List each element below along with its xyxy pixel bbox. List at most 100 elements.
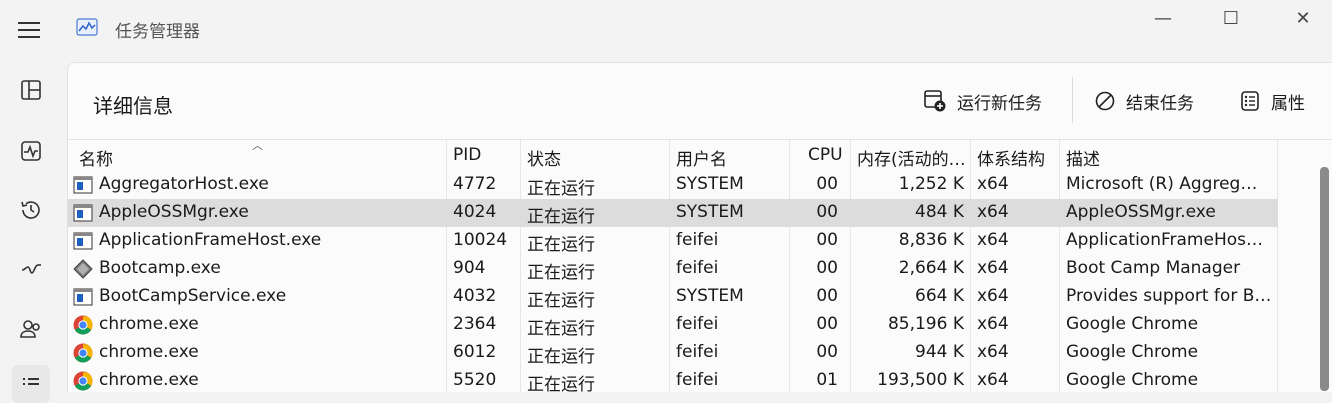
cell-memory: 484 K	[915, 202, 964, 222]
cell-name: Bootcamp.exe	[99, 258, 221, 278]
cell-pid: 4032	[453, 286, 497, 306]
properties-label: 属性	[1271, 93, 1305, 114]
column-header-pid[interactable]: PID	[453, 145, 481, 165]
minimize-button[interactable]: —	[1148, 6, 1178, 30]
cell-pid: 10024	[453, 230, 508, 250]
cell-cpu: 00	[816, 202, 838, 222]
cell-arch: x64	[977, 258, 1009, 278]
cell-arch: x64	[977, 230, 1009, 250]
hamburger-menu-icon[interactable]	[18, 22, 42, 40]
cell-cpu: 00	[816, 230, 838, 250]
cell-arch: x64	[977, 314, 1009, 334]
chrome-icon	[73, 315, 93, 335]
cell-user: SYSTEM	[676, 286, 744, 306]
cell-name: AggregatorHost.exe	[99, 174, 269, 194]
cell-memory: 193,500 K	[877, 370, 964, 390]
cell-memory: 664 K	[915, 286, 964, 306]
properties-button[interactable]: 属性	[1239, 85, 1305, 117]
chrome-icon	[73, 343, 93, 363]
run-new-task-icon	[924, 90, 946, 112]
startup-icon	[21, 264, 41, 274]
cell-arch: x64	[977, 342, 1009, 362]
cell-cpu: 00	[816, 286, 838, 306]
cell-user: SYSTEM	[676, 202, 744, 222]
cell-cpu: 00	[816, 342, 838, 362]
cell-cpu: 00	[816, 258, 838, 278]
table-row[interactable]: chrome.exe 6012 正在运行 feifei 00 944 K x64 Google…	[68, 339, 1278, 367]
cell-memory: 1,252 K	[898, 174, 964, 194]
cell-desc: ApplicationFrameHos…	[1066, 230, 1263, 250]
cell-status: 正在运行	[527, 179, 595, 199]
cell-memory: 2,664 K	[898, 258, 964, 278]
nav-item-startup[interactable]	[12, 250, 50, 288]
end-task-label: 结束任务	[1126, 93, 1194, 114]
nav-item-performance[interactable]	[12, 132, 50, 170]
column-header-memory[interactable]: 内存(活动的…	[857, 145, 966, 170]
window-title: 任务管理器	[115, 22, 200, 42]
table-row[interactable]: chrome.exe 2364 正在运行 feifei 00 85,196 K x64 Goo…	[68, 311, 1278, 339]
column-header-desc[interactable]: 描述	[1066, 145, 1100, 170]
cell-status: 正在运行	[527, 207, 595, 227]
table-row[interactable]: Bootcamp.exe 904 正在运行 feifei 00 2,664 K x64 Boo…	[68, 255, 1278, 283]
table-row[interactable]: AggregatorHost.exe 4772 正在运行 SYSTEM 00 1,252 …	[68, 171, 1278, 199]
pulse-icon	[21, 141, 41, 161]
cell-user: feifei	[676, 258, 719, 278]
cell-status: 正在运行	[527, 235, 595, 255]
app-window-icon	[73, 175, 93, 195]
cell-name: BootCampService.exe	[99, 286, 287, 306]
nav-item-app-history[interactable]	[12, 191, 50, 229]
column-header-status[interactable]: 状态	[527, 145, 561, 170]
cell-pid: 6012	[453, 342, 497, 362]
title-bar: 任务管理器 — ☐ ✕	[0, 0, 1332, 60]
cell-status: 正在运行	[527, 375, 595, 395]
nav-item-details[interactable]	[12, 365, 50, 403]
close-button[interactable]: ✕	[1288, 6, 1318, 30]
cell-memory: 85,196 K	[887, 314, 964, 334]
app-window-icon	[73, 287, 93, 307]
properties-icon	[1241, 91, 1259, 111]
side-nav	[0, 60, 62, 403]
grid-icon	[21, 80, 41, 100]
cell-arch: x64	[977, 174, 1009, 194]
cell-desc: Provides support for B…	[1066, 286, 1272, 306]
cell-pid: 5520	[453, 370, 497, 390]
end-task-button[interactable]: 结束任务	[1094, 85, 1194, 117]
cell-arch: x64	[977, 286, 1009, 306]
cell-name: chrome.exe	[99, 342, 199, 362]
cell-pid: 2364	[453, 314, 497, 334]
column-header-name[interactable]: 名称	[79, 145, 113, 170]
cell-memory: 8,836 K	[898, 230, 964, 250]
cell-arch: x64	[977, 202, 1009, 222]
end-task-icon	[1095, 91, 1115, 111]
cell-user: feifei	[676, 314, 719, 334]
cell-status: 正在运行	[527, 319, 595, 339]
cell-name: chrome.exe	[99, 314, 199, 334]
column-header-arch[interactable]: 体系结构	[977, 145, 1045, 170]
cell-desc: AppleOSSMgr.exe	[1066, 202, 1216, 222]
cell-user: feifei	[676, 370, 719, 390]
cell-desc: Google Chrome	[1066, 342, 1199, 362]
scrollbar-thumb[interactable]	[1320, 167, 1329, 391]
page-title: 详细信息	[93, 94, 173, 118]
table-row[interactable]: ApplicationFrameHost.exe 10024 正在运行 feifei 0…	[68, 227, 1278, 255]
details-panel: 详细信息 运行新任务 结束任务 属性 ︿ 名称 PID 状态 用户名 CPU 内…	[67, 62, 1332, 395]
cell-user: feifei	[676, 342, 719, 362]
column-header-user[interactable]: 用户名	[676, 145, 727, 170]
run-new-task-button[interactable]: 运行新任务	[923, 85, 1042, 117]
cell-status: 正在运行	[527, 263, 595, 283]
column-header-cpu[interactable]: CPU	[808, 145, 843, 165]
cell-user: SYSTEM	[676, 174, 744, 194]
toolbar-divider	[1072, 77, 1073, 123]
table-row[interactable]: BootCampService.exe 4032 正在运行 SYSTEM 00 664 K…	[68, 283, 1278, 311]
nav-item-processes[interactable]	[12, 71, 50, 109]
maximize-button[interactable]: ☐	[1216, 6, 1246, 30]
cell-pid: 4772	[453, 174, 497, 194]
cell-desc: Google Chrome	[1066, 314, 1199, 334]
cell-pid: 4024	[453, 202, 497, 222]
chrome-icon	[73, 371, 93, 391]
nav-item-users[interactable]	[12, 310, 50, 348]
cell-name: ApplicationFrameHost.exe	[99, 230, 322, 250]
table-row[interactable]: AppleOSSMgr.exe 4024 正在运行 SYSTEM 00 484 K x64 A…	[68, 199, 1278, 227]
app-window-icon	[73, 203, 93, 223]
history-icon	[21, 201, 40, 219]
